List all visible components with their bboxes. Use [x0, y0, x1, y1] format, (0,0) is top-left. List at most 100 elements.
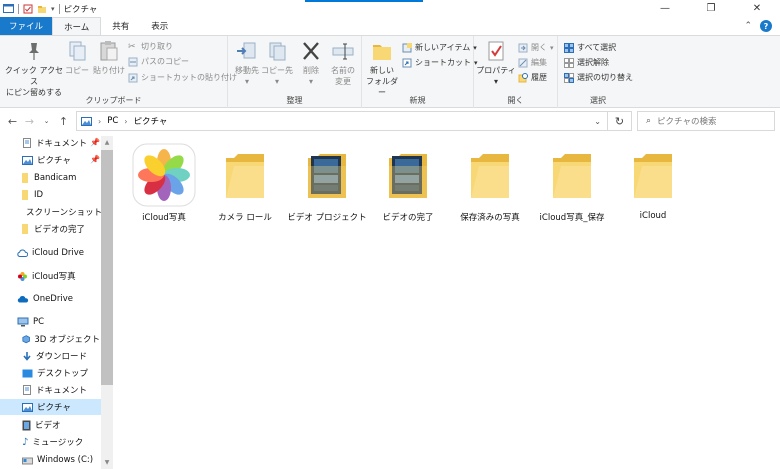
file-name: iCloud写真_保存	[539, 213, 605, 223]
file-item[interactable]: ビデオ プロジェクト	[287, 142, 367, 230]
search-box[interactable]: ⌕ ピクチャの検索	[637, 111, 775, 131]
window-icon[interactable]	[3, 4, 14, 13]
search-icon: ⌕	[646, 116, 652, 126]
address-dropdown-icon[interactable]: ⌄	[594, 117, 601, 126]
file-item[interactable]: iCloud	[613, 142, 693, 230]
file-name: iCloud写真	[142, 213, 186, 223]
pictures-icon	[22, 402, 33, 412]
nav-item-pc[interactable]: PC	[17, 314, 100, 330]
nav-label: 3D オブジェクト	[34, 335, 100, 345]
search-input[interactable]: ピクチャの検索	[657, 115, 716, 127]
ribbon-collapse-icon[interactable]: ⌃	[744, 21, 752, 31]
nav-item-music[interactable]: ♪ ミュージック	[22, 434, 100, 450]
nav-item-pictures-quick[interactable]: ピクチャ	[22, 152, 100, 168]
select-all-icon	[564, 42, 574, 53]
back-button[interactable]: ←	[4, 115, 21, 128]
open-button[interactable]: 開く ▾	[518, 42, 554, 53]
forward-button[interactable]: →	[21, 115, 38, 128]
nav-scrollbar-thumb[interactable]	[101, 150, 113, 385]
open-group: プロパティ ▾ 開く ▾ 編集 履歴 開く	[474, 36, 558, 108]
organize-group-label: 整理	[286, 96, 303, 105]
up-button[interactable]: ↑	[55, 115, 72, 128]
new-item-label: 新しいアイテム	[415, 43, 471, 52]
nav-item-onedrive[interactable]: OneDrive	[17, 291, 100, 307]
organize-group: 移動先 ▾ コピー先 ▾ 削除 ▾ 名前の 変更 整理	[228, 36, 362, 108]
nav-item-downloads[interactable]: ダウンロード	[22, 348, 100, 364]
file-item[interactable]: カメラ ロール	[205, 142, 285, 230]
cut-button[interactable]: ✂ 切り取り	[128, 41, 173, 52]
rename-button[interactable]: 名前の 変更	[326, 40, 360, 87]
close-button[interactable]: ✕	[734, 0, 780, 17]
recent-locations-button[interactable]: ⌄	[38, 117, 55, 125]
pin-label-line1: クイック アクセス	[4, 66, 64, 86]
invert-selection-button[interactable]: 選択の切り替え	[564, 72, 633, 83]
select-none-button[interactable]: 選択解除	[564, 57, 609, 68]
edit-button[interactable]: 編集	[518, 57, 547, 68]
tab-share[interactable]: 共有	[101, 17, 140, 35]
nav-item-screenshots[interactable]: スクリーンショット	[22, 204, 102, 220]
maximize-button[interactable]: ❐	[688, 0, 734, 17]
nav-label: デスクトップ	[37, 369, 89, 379]
tab-view[interactable]: 表示	[140, 17, 179, 35]
new-item-button[interactable]: 新しいアイテム ▾	[402, 42, 477, 53]
nav-item-video-complete[interactable]: ビデオの完了	[22, 221, 100, 237]
properties-quick-icon[interactable]	[23, 4, 33, 14]
nav-item-documents-quick[interactable]: ドキュメント	[22, 135, 100, 151]
copy-button[interactable]: コピー	[62, 40, 92, 76]
nav-item-videos[interactable]: ビデオ	[22, 417, 100, 433]
paste-shortcut-button[interactable]: ショートカットの貼り付け	[128, 72, 237, 83]
move-to-button[interactable]: 移動先 ▾	[230, 40, 264, 87]
properties-button[interactable]: プロパティ ▾	[476, 40, 516, 87]
breadcrumb-pc[interactable]: PC	[107, 116, 118, 126]
copy-to-button[interactable]: コピー先 ▾	[260, 40, 294, 87]
paste-label: 貼り付け	[93, 66, 125, 75]
breadcrumb-pictures[interactable]: ピクチャ	[133, 115, 167, 127]
nav-item-documents[interactable]: ドキュメント	[22, 382, 100, 398]
select-none-icon	[564, 57, 574, 68]
file-item[interactable]: iCloud写真	[124, 142, 204, 230]
open-icon	[518, 43, 528, 52]
pictures-location-icon	[81, 116, 92, 126]
new-folder-button[interactable]: 新しい フォルダー	[364, 40, 400, 98]
nav-item-icloud-photos[interactable]: iCloud写真	[17, 268, 100, 284]
history-button[interactable]: 履歴	[518, 72, 547, 83]
tab-home[interactable]: ホーム	[52, 17, 102, 35]
file-name: iCloud	[639, 211, 667, 221]
pin-quick-access-button[interactable]: クイック アクセス にピン留めする	[4, 40, 64, 98]
address-bar[interactable]: › PC › ピクチャ ⌄	[76, 111, 608, 131]
tab-file[interactable]: ファイル	[0, 17, 53, 35]
nav-item-windows-c[interactable]: Windows (C:)	[22, 452, 100, 468]
pin-icon[interactable]: 📌	[90, 138, 100, 147]
nav-item-icloud-drive[interactable]: iCloud Drive	[17, 245, 100, 261]
new-group-label: 新規	[409, 96, 426, 105]
properties-label: プロパティ	[476, 66, 516, 75]
easy-access-button[interactable]: ショートカット ▾	[402, 57, 478, 68]
paste-button[interactable]: 貼り付け	[92, 40, 126, 76]
chevron-down-icon[interactable]: ▾	[51, 5, 55, 13]
nav-item-3d-objects[interactable]: 3D オブジェクト	[22, 331, 100, 347]
nav-item-desktop[interactable]: デスクトップ	[22, 365, 100, 381]
file-item[interactable]: iCloud写真_保存	[532, 142, 612, 230]
pin-icon[interactable]: 📌	[90, 155, 100, 164]
nav-label: OneDrive	[33, 294, 73, 304]
navigation-pane: ドキュメント 📌 ピクチャ 📌 Bandicam ID スクリーンショット ビデ…	[0, 134, 113, 469]
music-icon: ♪	[22, 436, 29, 448]
new-folder-quick-icon[interactable]	[37, 4, 47, 14]
delete-button[interactable]: 削除 ▾	[298, 40, 324, 87]
nav-item-pictures[interactable]: ピクチャ	[0, 399, 101, 415]
help-icon[interactable]: ?	[760, 20, 772, 32]
chevron-down-icon: ▾	[308, 77, 313, 86]
scroll-up-arrow[interactable]: ▲	[101, 136, 113, 148]
nav-item-bandicam[interactable]: Bandicam	[22, 170, 100, 186]
nav-item-id[interactable]: ID	[22, 187, 100, 203]
refresh-button[interactable]: ↻	[608, 111, 632, 131]
copy-path-button[interactable]: パスのコピー	[128, 56, 189, 67]
file-item[interactable]: ビデオの完了	[368, 142, 448, 230]
scroll-down-arrow[interactable]: ▼	[101, 456, 113, 468]
file-item[interactable]: 保存済みの写真	[450, 142, 530, 230]
window-title: ピクチャ	[63, 4, 98, 15]
nav-label: ドキュメント	[36, 139, 88, 149]
select-all-button[interactable]: すべて選択	[564, 42, 616, 53]
minimize-button[interactable]: —	[642, 0, 688, 17]
paste-shortcut-label: ショートカットの貼り付け	[141, 73, 237, 82]
